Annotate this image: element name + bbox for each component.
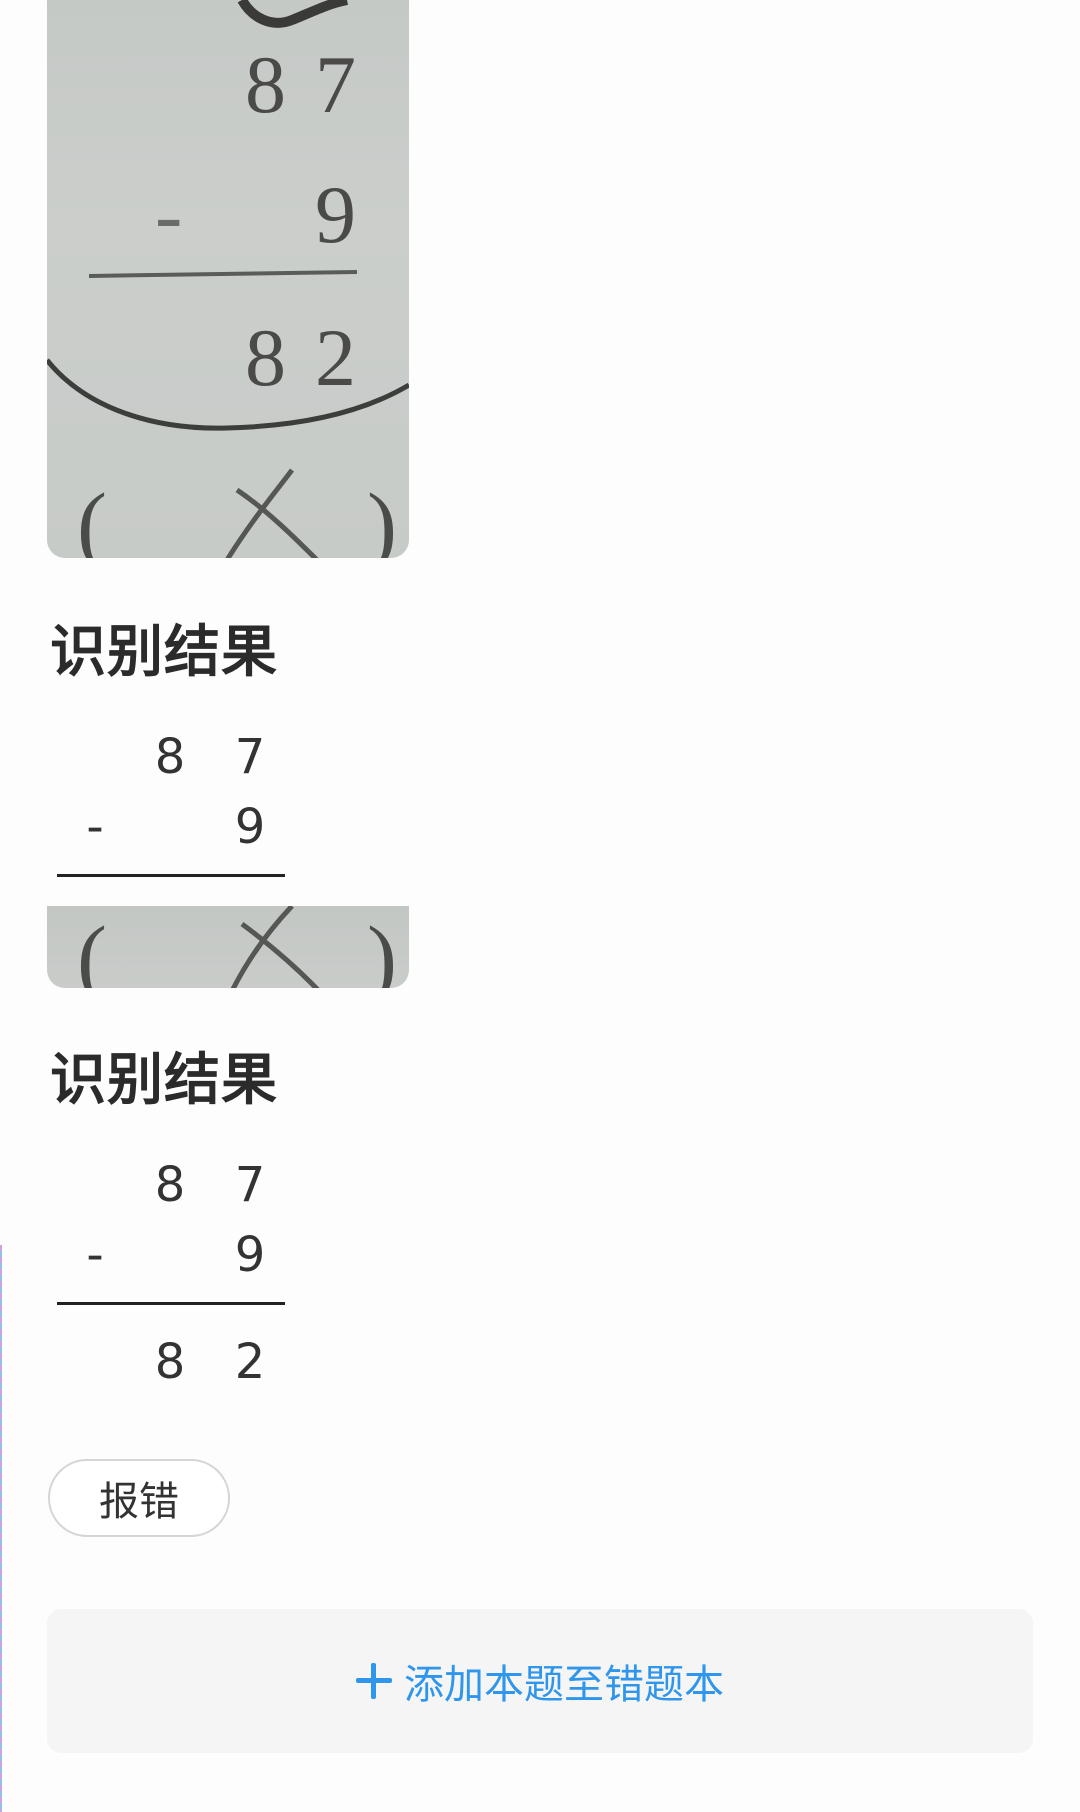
recognized-calc-1: 8 7 - 9 8 2 [55, 722, 285, 905]
photo-digit-result-ones: 2 [315, 312, 356, 403]
section-title-1: 识别结果 [50, 620, 278, 685]
digit-minuend-tens: 8 [154, 1157, 186, 1213]
add-to-mistake-book-label: 添加本题至错题本 [404, 1662, 724, 1708]
digit-result-ones: 2 [234, 1334, 266, 1390]
calc-rule [57, 874, 285, 877]
digit-result-tens: 8 [150, 899, 190, 905]
photo-digit-top-tens: 8 [245, 39, 286, 130]
problem-photo-crop-drawing: ( ) [77, 906, 397, 988]
add-to-mistake-book-button[interactable]: 添加本题至错题本 [47, 1609, 1033, 1753]
photo-paren-open: ( [77, 476, 107, 558]
photo-digit-result-tens: 8 [245, 312, 286, 403]
calc-row-minuend: 8 7 [55, 1150, 285, 1220]
crop-cross-stroke-1 [230, 906, 294, 988]
calc-row-result: 8 2 [55, 899, 285, 905]
recognized-calc-2: 8 7 - 9 8 2 [55, 1150, 285, 1390]
photo-digit-top-ones: 7 [315, 39, 356, 130]
photo-paren-close: ) [367, 476, 397, 558]
ink-scribble [237, 0, 349, 28]
photo-digit-middle: 9 [315, 169, 356, 260]
digit-result-tens: 8 [154, 1334, 186, 1390]
plus-icon [356, 1663, 392, 1699]
operator-minus: - [86, 1227, 104, 1283]
digit-minuend-ones: 7 [234, 729, 266, 785]
digit-minuend-tens: 8 [154, 729, 186, 785]
digit-subtrahend-ones: 9 [234, 799, 266, 855]
calc-row-subtrahend: - 9 [55, 792, 285, 862]
report-error-button[interactable]: 报错 [48, 1459, 230, 1537]
edge-divider [0, 1245, 2, 1812]
calc-row-minuend: 8 7 [55, 722, 285, 792]
report-error-label: 报错 [99, 1479, 179, 1525]
problem-photo-crop[interactable]: ( ) [47, 906, 409, 988]
digit-minuend-ones: 7 [234, 1157, 266, 1213]
calc-row-subtrahend: - 9 [55, 1220, 285, 1290]
photo-rule [88, 270, 358, 278]
problem-photo[interactable]: 8 7 - 9 8 2 ( ) [47, 0, 409, 558]
crop-paren-close: ) [367, 909, 397, 988]
operator-minus: - [86, 799, 104, 855]
digit-subtrahend-ones: 9 [234, 1227, 266, 1283]
digit-result-ones: 2 [230, 899, 270, 905]
cross-mark-stroke-1 [225, 468, 294, 558]
calc-rule [57, 1302, 285, 1305]
photo-operator: - [155, 169, 182, 260]
section-title-2: 识别结果 [50, 1048, 278, 1113]
crop-paren-open: ( [77, 909, 107, 988]
problem-photo-drawing: 8 7 - 9 8 2 ( ) [47, 0, 409, 558]
calc-row-result: 8 2 [55, 1327, 285, 1397]
